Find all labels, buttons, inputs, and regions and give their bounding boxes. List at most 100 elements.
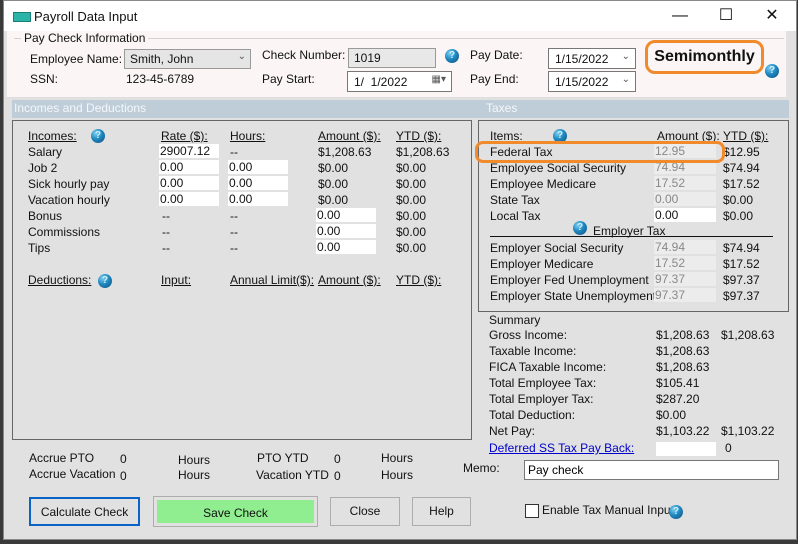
ytd-header: YTD ($): bbox=[396, 129, 442, 143]
chevron-down-icon: ⌄ bbox=[621, 74, 630, 85]
save-check-button[interactable]: Save Check bbox=[153, 496, 318, 527]
pay-start-value: 1/ 1/2022 bbox=[354, 75, 408, 89]
summary-amount: $1,208.63 bbox=[656, 344, 710, 358]
app-icon bbox=[13, 12, 31, 22]
accrue-pto-label: Accrue PTO bbox=[29, 451, 95, 465]
help-icon[interactable]: ? bbox=[573, 221, 587, 235]
rate-input[interactable]: 0.00 bbox=[159, 160, 219, 174]
amount-header: Amount ($): bbox=[318, 129, 381, 143]
amount-input[interactable]: 0.00 bbox=[316, 208, 376, 222]
title-bar: Payroll Data Input — ☐ ✕ bbox=[4, 1, 796, 31]
memo-input[interactable] bbox=[524, 460, 779, 480]
tax-item-label: Employer Social Security bbox=[490, 241, 624, 255]
hours-input[interactable]: 0.00 bbox=[228, 192, 288, 206]
calculate-check-button[interactable]: Calculate Check bbox=[29, 497, 140, 526]
amount-value: $0.00 bbox=[318, 193, 349, 207]
pay-frequency-label: Semimonthly bbox=[645, 40, 764, 74]
minimize-button[interactable]: — bbox=[657, 3, 703, 29]
rate-input[interactable]: 0.00 bbox=[159, 192, 219, 206]
deferred-ss-link[interactable]: Deferred SS Tax Pay Back: bbox=[489, 441, 634, 455]
income-label: Salary bbox=[28, 145, 63, 159]
hours-input[interactable]: 0.00 bbox=[228, 176, 288, 190]
ytd-value: $0.00 bbox=[396, 241, 427, 255]
hours-value: -- bbox=[230, 241, 238, 255]
maximize-button[interactable]: ☐ bbox=[703, 3, 749, 29]
help-icon[interactable]: ? bbox=[765, 64, 779, 78]
ssn-label: SSN: bbox=[30, 72, 59, 86]
summary-label-text: Net Pay: bbox=[489, 424, 536, 438]
help-icon[interactable]: ? bbox=[91, 129, 105, 143]
summary-label: Summary bbox=[489, 313, 541, 327]
amount-input[interactable]: 0.00 bbox=[316, 240, 376, 254]
employee-name-label: Employee Name: bbox=[30, 52, 123, 66]
employee-name-dropdown[interactable]: Smith, John ⌄ bbox=[124, 49, 251, 69]
pay-start-label: Pay Start: bbox=[262, 72, 315, 86]
pay-end-value: 1/15/2022 bbox=[555, 75, 609, 89]
check-number-label: Check Number: bbox=[262, 48, 346, 62]
enable-tax-manual-checkbox[interactable] bbox=[525, 504, 539, 518]
help-icon[interactable]: ? bbox=[445, 49, 459, 63]
tax-item-label: Employer Medicare bbox=[490, 257, 594, 271]
ytd-value: $0.00 bbox=[396, 209, 427, 223]
income-label: Commissions bbox=[28, 225, 101, 239]
calendar-icon[interactable]: ▦▾ bbox=[432, 74, 446, 85]
summary-amount: $1,208.63 bbox=[656, 328, 710, 342]
annual-limit-header: Annual Limit($): bbox=[230, 273, 315, 287]
summary-label-text: Total Employee Tax: bbox=[489, 376, 597, 390]
rate-value: -- bbox=[162, 241, 170, 255]
rate-input[interactable]: 29007.12 bbox=[159, 144, 219, 158]
vacation-ytd-value: 0 bbox=[334, 469, 341, 483]
summary-ytd: $1,208.63 bbox=[721, 328, 775, 342]
deductions-header: Deductions: bbox=[28, 273, 92, 287]
tax-item-label: Employee Medicare bbox=[490, 177, 597, 191]
rate-value: -- bbox=[162, 209, 170, 223]
rate-header: Rate ($): bbox=[161, 129, 208, 143]
income-label: Bonus bbox=[28, 209, 63, 223]
pay-date-picker[interactable]: 1/15/2022 ⌄ bbox=[548, 48, 636, 69]
help-button[interactable]: Help bbox=[412, 497, 471, 526]
pay-end-picker[interactable]: 1/15/2022 ⌄ bbox=[548, 71, 636, 92]
summary-amount: $0.00 bbox=[656, 408, 687, 422]
summary-amount: $1,208.63 bbox=[656, 360, 710, 374]
deduction-amount-header: Amount ($): bbox=[318, 273, 381, 287]
tax-ytd-value: $74.94 bbox=[723, 241, 760, 255]
summary-ytd: $1,103.22 bbox=[721, 424, 775, 438]
help-icon[interactable]: ? bbox=[98, 274, 112, 288]
summary-amount: $1,103.22 bbox=[656, 424, 710, 438]
amount-input[interactable]: 0.00 bbox=[316, 224, 376, 238]
income-label: Tips bbox=[28, 241, 51, 255]
hours-input[interactable]: 0.00 bbox=[228, 160, 288, 174]
tax-amount-input[interactable]: 17.52 bbox=[654, 256, 716, 270]
window-title: Payroll Data Input bbox=[34, 9, 138, 24]
tax-amount-input[interactable]: 74.94 bbox=[654, 240, 716, 254]
rate-input[interactable]: 0.00 bbox=[159, 176, 219, 190]
close-button[interactable]: Close bbox=[330, 497, 400, 526]
close-window-button[interactable]: ✕ bbox=[749, 3, 795, 29]
help-icon[interactable]: ? bbox=[669, 505, 683, 519]
summary-label-text: FICA Taxable Income: bbox=[489, 360, 607, 374]
ytd-value: $0.00 bbox=[396, 225, 427, 239]
summary-label-text: Taxable Income: bbox=[489, 344, 577, 358]
summary-label-text: Total Deduction: bbox=[489, 408, 576, 422]
enable-tax-manual-label: Enable Tax Manual Input bbox=[542, 503, 674, 517]
section-header-bar: Incomes and Deductions Taxes bbox=[12, 100, 789, 118]
tax-ytd-value: $97.37 bbox=[723, 289, 760, 303]
tax-ytd-value: $12.95 bbox=[723, 145, 760, 159]
tax-amount-input[interactable]: 0.00 bbox=[654, 192, 716, 206]
deferred-ss-input[interactable] bbox=[656, 442, 716, 456]
check-number-field[interactable]: 1019 bbox=[348, 48, 436, 68]
tax-amount-input[interactable]: 17.52 bbox=[654, 176, 716, 190]
employer-tax-divider bbox=[490, 236, 773, 237]
tax-amount-input[interactable]: 97.37 bbox=[654, 272, 716, 286]
ytd-value: $0.00 bbox=[396, 177, 427, 191]
amount-value: $1,208.63 bbox=[318, 145, 372, 159]
tax-amount-input[interactable]: 97.37 bbox=[654, 288, 716, 302]
ytd-value: $0.00 bbox=[396, 193, 427, 207]
chevron-down-icon: ⌄ bbox=[237, 51, 246, 62]
federal-tax-highlight bbox=[475, 141, 725, 163]
pay-start-picker[interactable]: 1/ 1/2022 ▦▾ bbox=[347, 71, 452, 92]
tax-amount-input[interactable]: 0.00 bbox=[654, 208, 716, 222]
pay-end-label: Pay End: bbox=[470, 72, 519, 86]
tax-ytd-value: $0.00 bbox=[723, 193, 754, 207]
tax-item-label: Local Tax bbox=[490, 209, 541, 223]
